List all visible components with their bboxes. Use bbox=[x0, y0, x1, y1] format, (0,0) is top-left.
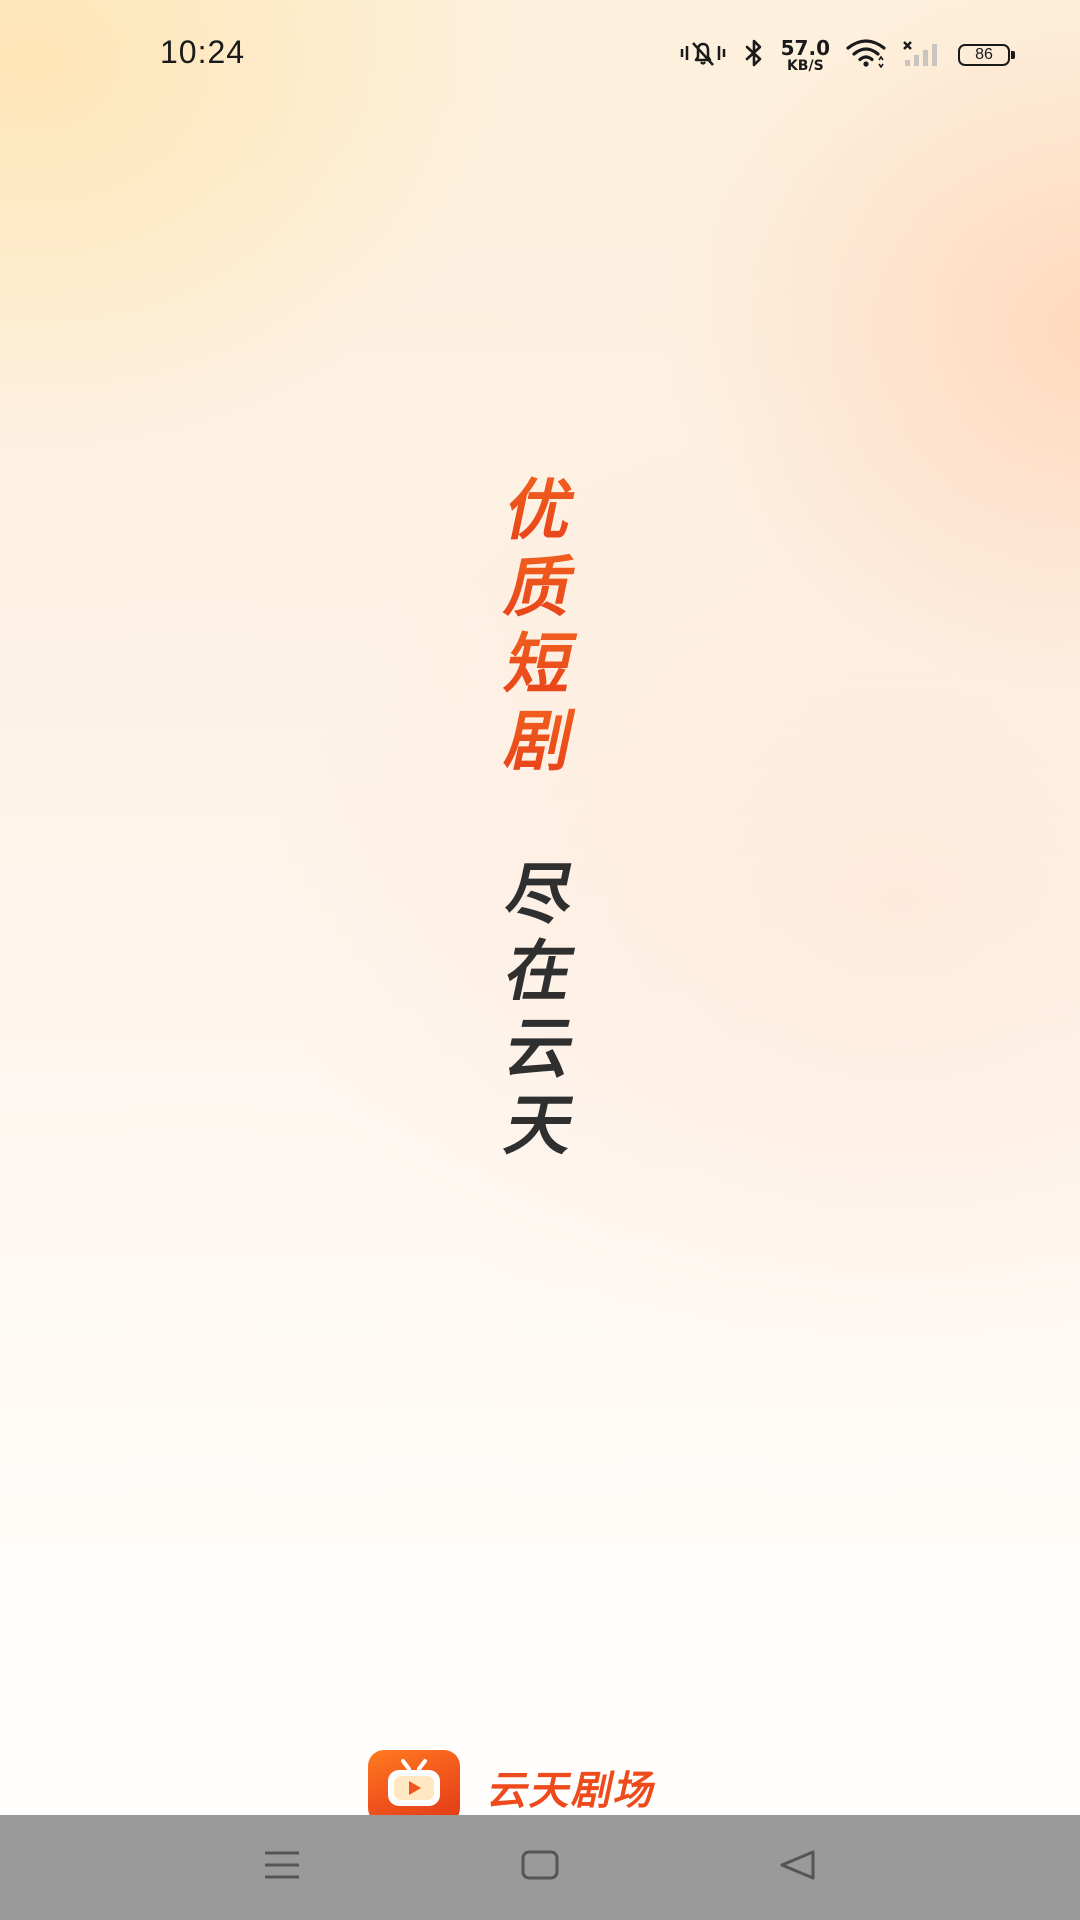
back-icon bbox=[778, 1849, 818, 1886]
slogan-char: 质 bbox=[498, 549, 582, 626]
slogan-char: 天 bbox=[498, 1087, 582, 1164]
slogan-char: 在 bbox=[498, 933, 582, 1010]
app-logo bbox=[368, 1750, 460, 1824]
brand: 云天剧场 bbox=[368, 1750, 662, 1824]
slogan-char: 剧 bbox=[498, 703, 582, 780]
navigation-bar bbox=[0, 1815, 1080, 1920]
slogan-char: 短 bbox=[498, 626, 582, 703]
tv-play-icon bbox=[379, 1755, 449, 1820]
menu-icon bbox=[262, 1849, 302, 1886]
brand-name: 云天剧场 bbox=[484, 1768, 663, 1814]
slogan-char: 云 bbox=[498, 1010, 582, 1087]
net-speed-unit: KB/S bbox=[786, 57, 824, 74]
status-bar: 10:24 57.0 KB/S 86 bbox=[0, 0, 1080, 110]
slogan-line-1: 优 质 短 剧 bbox=[490, 472, 590, 780]
cellular-no-signal-icon bbox=[902, 38, 942, 73]
home-icon bbox=[520, 1849, 560, 1886]
nav-back-button[interactable] bbox=[738, 1815, 858, 1920]
slogan-char: 尽 bbox=[498, 856, 582, 933]
net-speed: 57.0 KB/S bbox=[781, 38, 830, 73]
slogan-line-2: 尽 在 云 天 bbox=[490, 856, 590, 1164]
mute-vibrate-icon bbox=[679, 38, 727, 73]
battery-level: 86 bbox=[975, 46, 993, 63]
battery-icon: 86 bbox=[958, 44, 1015, 66]
net-speed-value: 57.0 bbox=[780, 35, 830, 60]
status-time: 10:24 bbox=[160, 34, 246, 70]
slogan-char: 优 bbox=[498, 472, 582, 549]
nav-home-button[interactable] bbox=[480, 1815, 600, 1920]
wifi-icon bbox=[846, 38, 886, 73]
status-icons: 57.0 KB/S 86 bbox=[679, 34, 1015, 76]
bluetooth-icon bbox=[743, 38, 765, 73]
nav-menu-button[interactable] bbox=[222, 1815, 342, 1920]
